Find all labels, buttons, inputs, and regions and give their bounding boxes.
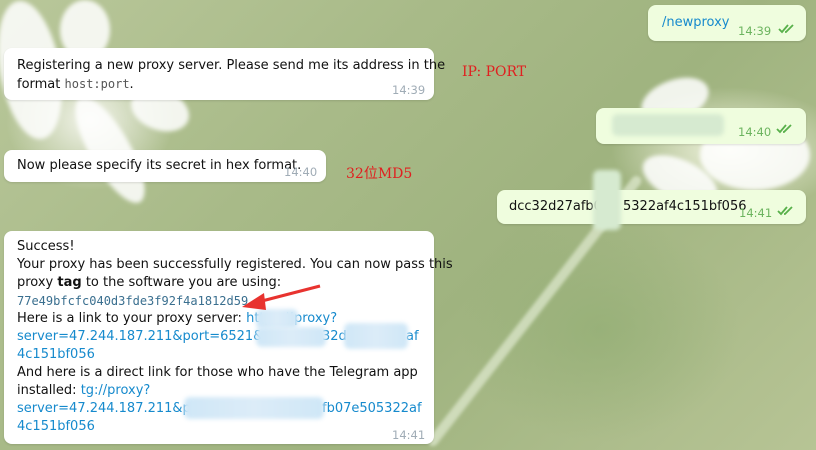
command-text[interactable]: /newproxy [662,14,730,32]
message-success: Success! Your proxy has been successfull… [4,231,453,444]
message-line: And here is a direct link for those who … [17,365,418,380]
message-text: Here is a link to your proxy server: [17,311,247,326]
message-time: 14:40 [738,125,772,139]
tg-proxy-link[interactable]: tg://proxy? [81,383,151,398]
message-time: 14:39 [392,83,426,97]
annotation-md5: 32位MD5 [346,166,413,182]
message-line: installed: tg://proxy? [17,382,150,400]
message-line: Now please specify its secret in hex for… [17,158,302,173]
message-line: format host:port. [17,75,134,94]
proxy-tag-code[interactable]: 77e49bfcfc040d3fde3f92f4a1812d59 [17,292,248,310]
code-host-port: host:port [64,77,130,91]
read-check-icon [777,206,793,216]
proxy-link-part[interactable]: server=47.244.187.211&port=6521&secr [17,329,291,344]
message-text: . [129,77,134,92]
message-line: Registering a new proxy server. Please s… [17,58,446,73]
message-time: 14:40 [284,165,318,179]
message-text: format [17,77,65,92]
message-text: proxy [17,275,58,290]
secret-text-right: 5322af4c151bf056 [623,199,747,214]
redacted-content [256,327,326,347]
message-secret: dcc32d27afb0 5322af4c151bf056 14:41 [497,170,806,230]
message-secret-request: Now please specify its secret in hex for… [4,150,326,182]
proxy-link-part[interactable]: 4c151bf056 [17,346,95,364]
read-check-icon [776,124,792,134]
annotation-arrow [242,284,321,310]
message-line: Your proxy has been successfully registe… [17,257,453,272]
read-check-icon [778,24,794,34]
bold-tag-word: tag [57,275,82,290]
redacted-content [612,114,724,136]
tg-proxy-link-part[interactable]: 4c151bf056 [17,418,95,436]
message-time: 14:41 [392,428,426,442]
message-line: Success! [17,239,75,254]
redacted-content [184,397,324,419]
message-newproxy[interactable]: /newproxy 14:39 [648,5,806,41]
message-line: server=47.244.187.211&port=6521&secr [17,328,291,346]
redacted-content [593,170,621,230]
tg-proxy-link-part[interactable]: server=47.244.187.211&port [17,400,209,418]
tg-proxy-link-part[interactable]: fb07e505322af [322,400,422,418]
message-register: Registering a new proxy server. Please s… [4,48,445,100]
redacted-content [344,323,408,349]
annotation-ip-port: IP: PORT [462,64,527,80]
secret-text-left: dcc32d27afb0 [509,199,602,214]
message-time: 14:41 [739,206,773,220]
message-text: installed: [17,383,81,398]
message-ip-port: 14:40 [596,108,806,144]
message-time: 14:39 [738,24,772,38]
